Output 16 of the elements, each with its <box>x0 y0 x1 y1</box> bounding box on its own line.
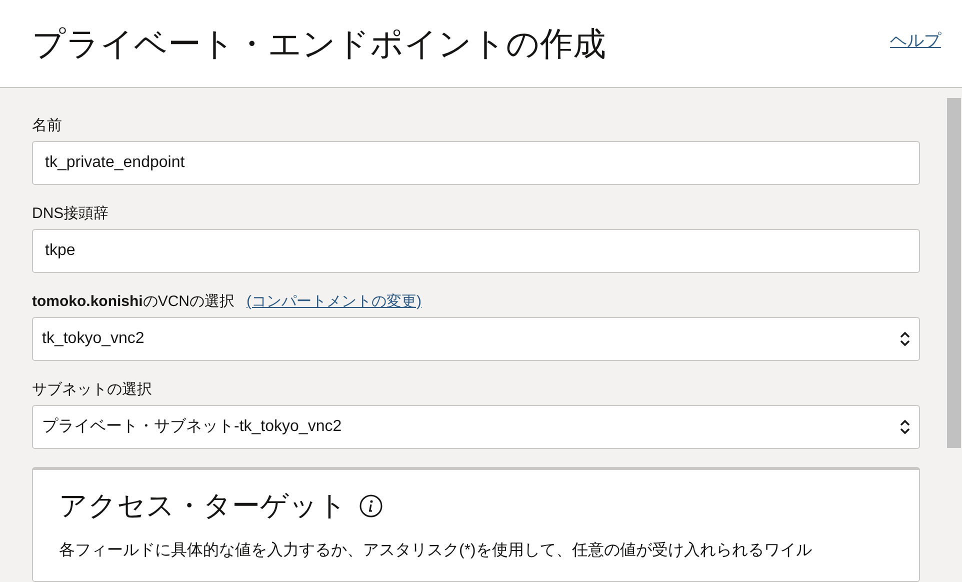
field-label: tomoko.konishiのVCNの選択 <box>32 293 235 311</box>
text-field[interactable]: tkpe <box>32 229 920 273</box>
text-field[interactable]: tk_private_endpoint <box>32 141 920 185</box>
page-title: プライベート・エンドポイントの作成 <box>32 22 606 65</box>
field-label: 名前 <box>32 117 62 135</box>
select-field[interactable]: プライベート・サブネット-tk_tokyo_vnc2 <box>32 405 920 449</box>
section-title: アクセス・ターゲット <box>59 488 347 524</box>
select-field[interactable]: tk_tokyo_vnc2 <box>32 317 920 361</box>
description-text: 各フィールドに具体的な値を入力するか、アスタリスク(*)を使用して、任意の値が受け入れられるワイル <box>59 540 813 561</box>
field-label: サブネットの選択 <box>32 381 152 399</box>
change-compartment-link[interactable]: (コンパートメントの変更) <box>246 293 422 311</box>
sort-caret-icon <box>899 330 911 348</box>
help-link[interactable]: ヘルプ <box>890 28 941 54</box>
sort-caret-icon <box>899 418 911 436</box>
field-label: DNS接頭辞 <box>32 205 109 223</box>
info-icon[interactable] <box>359 494 383 518</box>
